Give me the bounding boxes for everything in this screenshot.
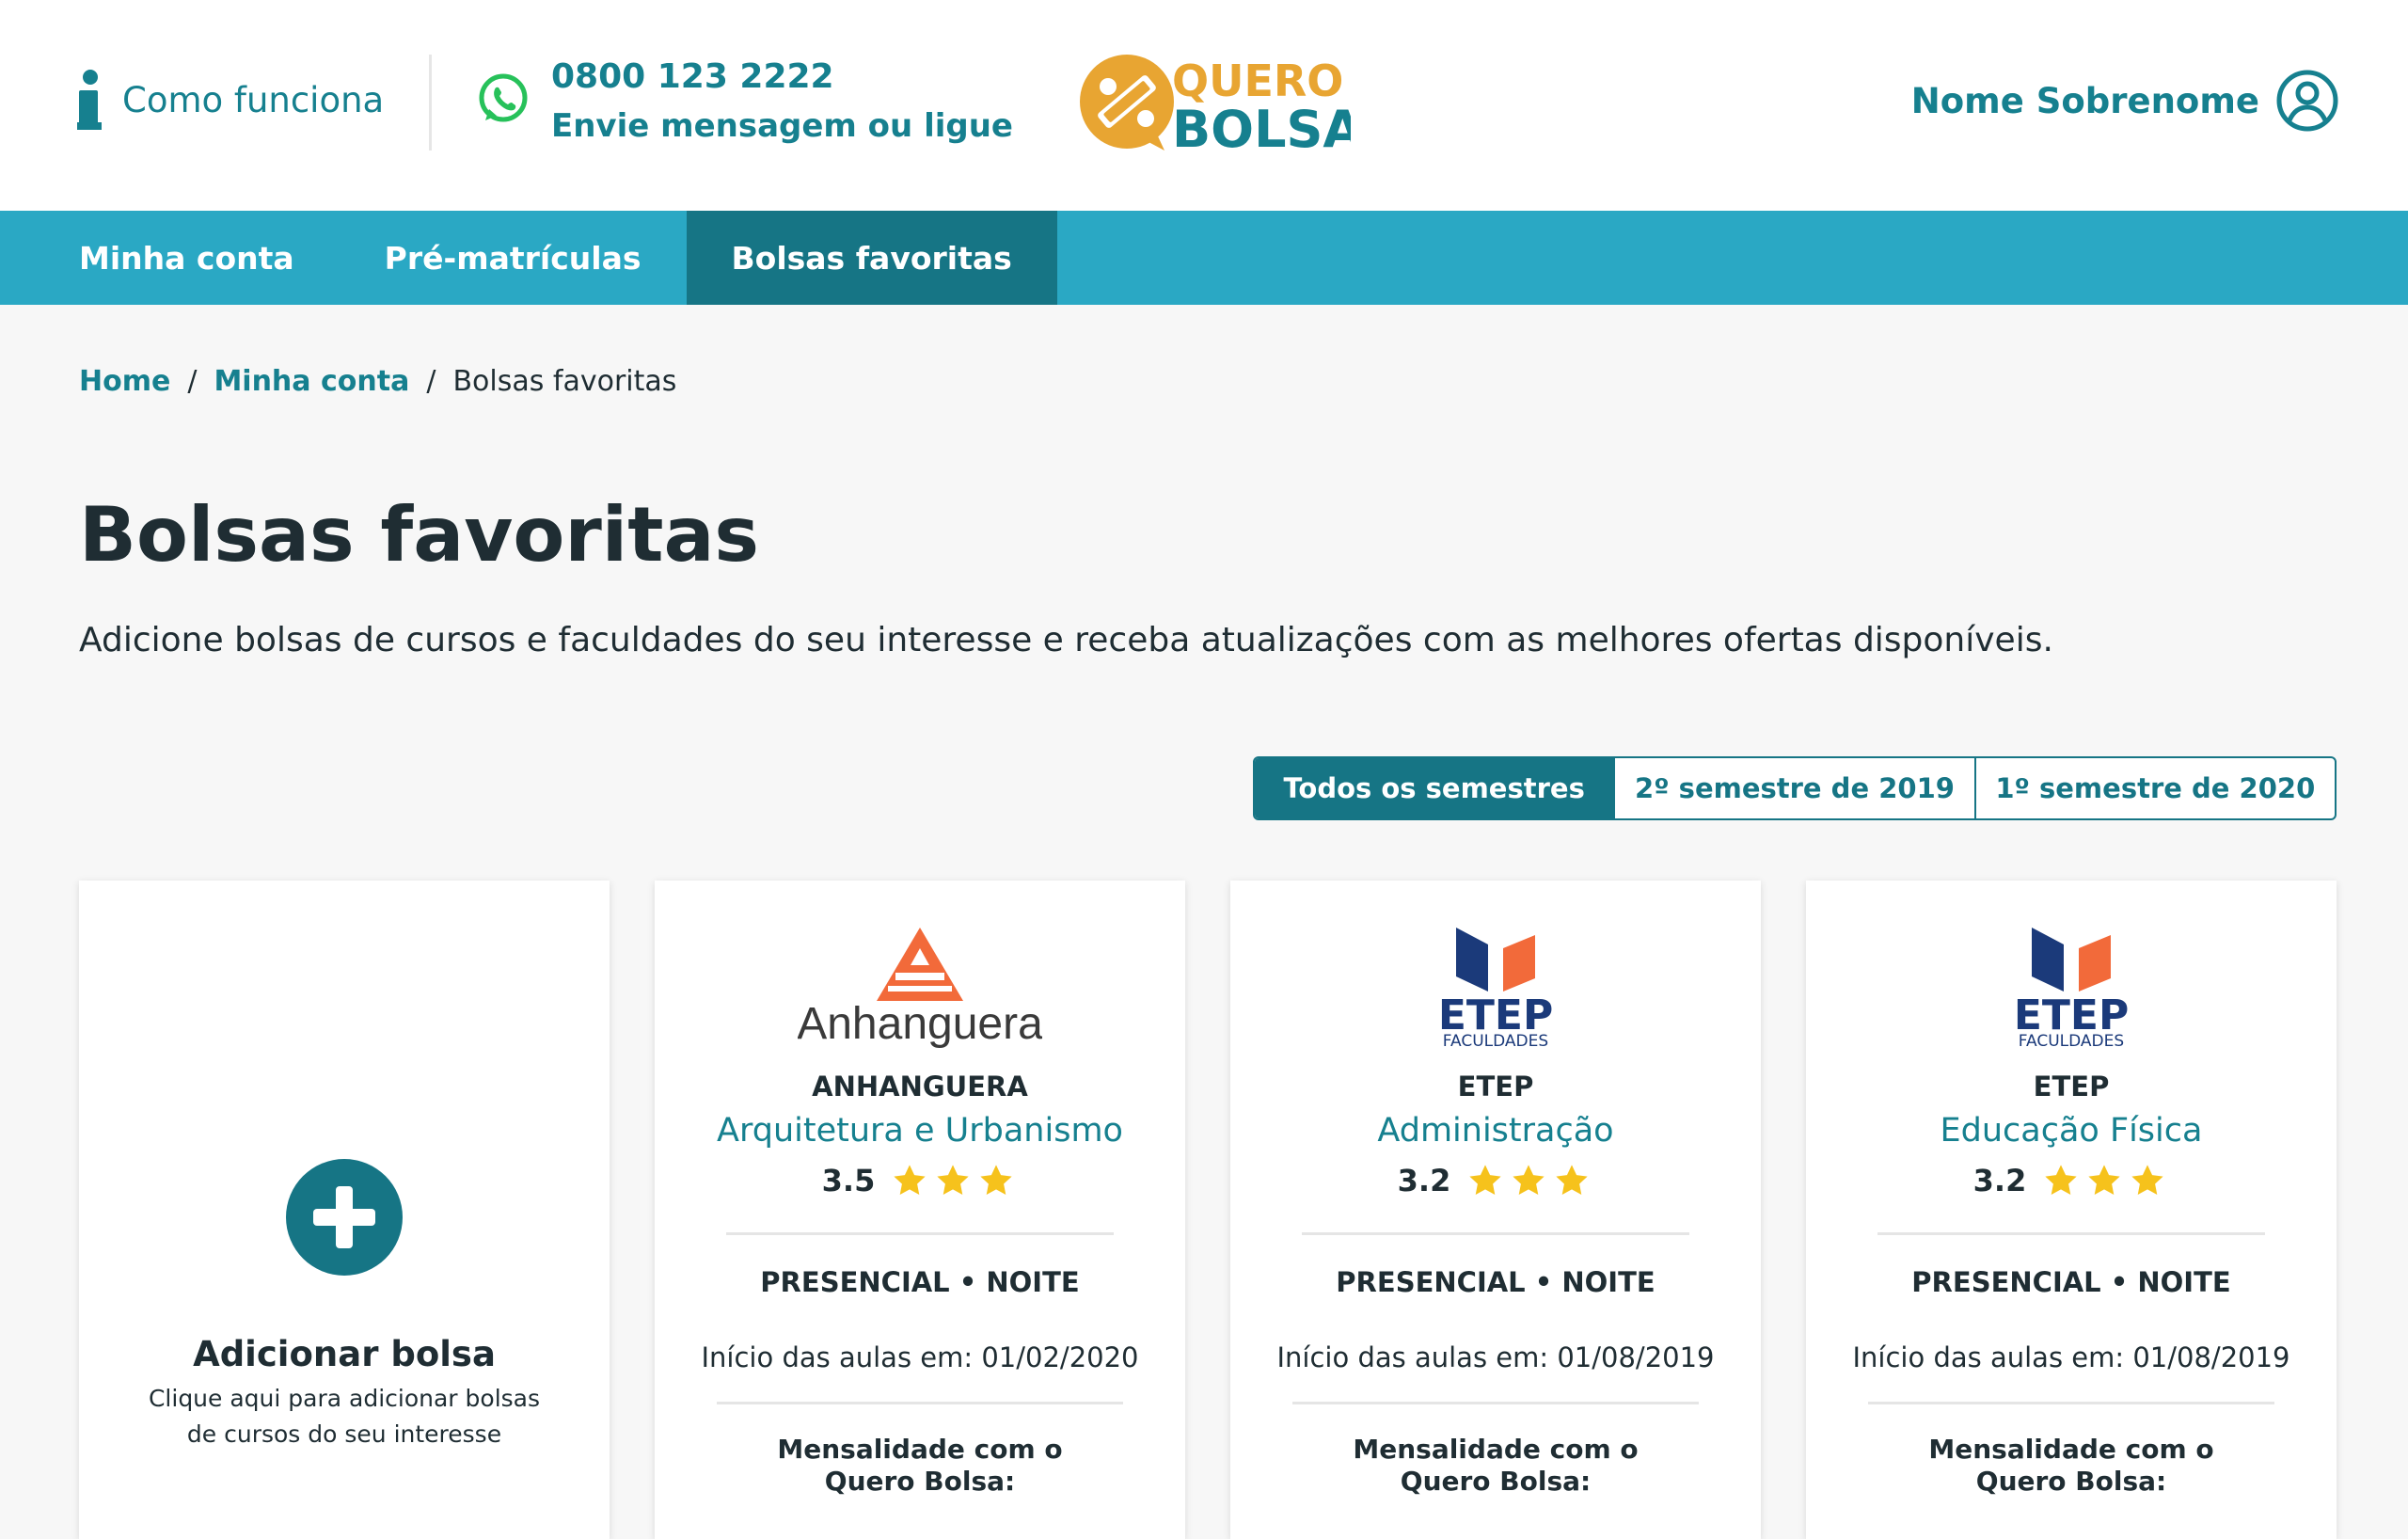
add-scholarship-description: Clique aqui para adicionar bolsas de cur… (148, 1385, 541, 1448)
rating: 3.2 (1806, 1163, 2337, 1198)
course-name[interactable]: Administração (1230, 1112, 1761, 1150)
star-icon (1556, 1165, 1588, 1196)
star-icon (1469, 1165, 1501, 1196)
logo-text-top: QUERO (1172, 56, 1343, 106)
star-icon (894, 1165, 926, 1196)
semester-filter: Todos os semestres 2º semestre de 2019 1… (1253, 756, 2337, 820)
header-divider (429, 55, 432, 151)
filter-2020-1[interactable]: 1º semestre de 2020 (1973, 758, 2335, 818)
add-scholarship-title: Adicionar bolsa (193, 1334, 496, 1374)
star-icon (2088, 1165, 2120, 1196)
anhanguera-logo: Anhanguera (798, 928, 1042, 1048)
divider (717, 1402, 1123, 1404)
page-subtitle: Adicione bolsas de cursos e faculdades d… (79, 621, 2053, 659)
divider (726, 1232, 1114, 1235)
price-label: Mensalidade com o Quero Bolsa: (1353, 1434, 1639, 1497)
rating-value: 3.2 (1397, 1163, 1451, 1198)
add-scholarship-card[interactable]: Adicionar bolsa Clique aqui para adicion… (79, 881, 610, 1539)
university-logo: ETEP FACULDADES (1230, 924, 1761, 1048)
logo-text-bottom: BOLSA (1172, 100, 1351, 151)
star-icon (937, 1165, 969, 1196)
rating: 3.5 (655, 1163, 1185, 1198)
plus-icon (286, 1159, 403, 1276)
rating-value: 3.5 (821, 1163, 876, 1198)
star-icon (980, 1165, 1012, 1196)
tab-bolsas-favoritas[interactable]: Bolsas favoritas (686, 211, 1057, 305)
tab-minha-conta[interactable]: Minha conta (34, 211, 340, 305)
university-name: ETEP (1457, 1071, 1534, 1103)
page-title: Bolsas favoritas (79, 491, 760, 579)
price-label: Mensalidade com o Quero Bolsa: (777, 1434, 1063, 1497)
university-logo: Anhanguera (655, 924, 1185, 1048)
rating: 3.2 (1230, 1163, 1761, 1198)
etep-logo-subtext: FACULDADES (2019, 1032, 2124, 1048)
filter-all-semesters[interactable]: Todos os semestres (1255, 758, 1614, 818)
contact-block[interactable]: 0800 123 2222 Envie mensagem ou ligue (476, 53, 1013, 151)
etep-logo: ETEP FACULDADES (1438, 928, 1553, 1048)
etep-logo: ETEP FACULDADES (2014, 928, 2129, 1048)
university-name: ANHANGUERA (812, 1071, 1028, 1103)
course-name[interactable]: Educação Física (1806, 1112, 2337, 1150)
user-avatar-icon (2276, 70, 2338, 132)
university-logo: ETEP FACULDADES (1806, 924, 2337, 1048)
star-icon (2045, 1165, 2077, 1196)
phone-number[interactable]: 0800 123 2222 (551, 53, 1013, 102)
scholarship-card[interactable]: ETEP FACULDADES ETEP Educação Física 3.2… (1806, 881, 2337, 1539)
university-name: ETEP (2033, 1071, 2110, 1103)
tab-pre-matriculas[interactable]: Pré-matrículas (340, 211, 687, 305)
breadcrumb-separator: / (426, 365, 436, 398)
anhanguera-logo-text: Anhanguera (798, 999, 1042, 1048)
how-it-works-link[interactable]: Como funciona (77, 68, 384, 132)
account-nav: Minha conta Pré-matrículas Bolsas favori… (0, 211, 2408, 305)
breadcrumb: Home / Minha conta / Bolsas favoritas (79, 365, 676, 398)
start-date: Início das aulas em: 01/02/2020 (701, 1341, 1139, 1373)
scholarship-card[interactable]: Anhanguera ANHANGUERA Arquitetura e Urba… (655, 881, 1185, 1539)
course-mode: PRESENCIAL • NOITE (1336, 1266, 1656, 1298)
start-date: Início das aulas em: 01/08/2019 (1852, 1341, 2290, 1373)
divider (1292, 1402, 1699, 1404)
site-header: Como funciona 0800 123 2222 Envie mensag… (0, 0, 2408, 211)
user-menu[interactable]: Nome Sobrenome (1911, 70, 2338, 132)
breadcrumb-home[interactable]: Home (79, 365, 170, 398)
quero-bolsa-logo[interactable]: QUERO BOLSA (1078, 53, 1351, 151)
whatsapp-icon (479, 73, 528, 122)
star-icon (1513, 1165, 1545, 1196)
divider (1877, 1232, 2265, 1235)
breadcrumb-current: Bolsas favoritas (452, 365, 677, 398)
star-icon (2131, 1165, 2163, 1196)
filter-2019-2[interactable]: 2º semestre de 2019 (1613, 758, 1973, 818)
course-name[interactable]: Arquitetura e Urbanismo (655, 1112, 1185, 1150)
divider (1868, 1402, 2274, 1404)
course-mode: PRESENCIAL • NOITE (760, 1266, 1080, 1298)
etep-logo-subtext: FACULDADES (1443, 1032, 1548, 1048)
course-mode: PRESENCIAL • NOITE (1911, 1266, 2231, 1298)
phone-subtext: Envie mensagem ou ligue (551, 107, 1013, 145)
how-it-works-label: Como funciona (122, 79, 385, 120)
breadcrumb-separator: / (187, 365, 198, 398)
scholarship-card[interactable]: ETEP FACULDADES ETEP Administração 3.2 P… (1230, 881, 1761, 1539)
price-label: Mensalidade com o Quero Bolsa: (1928, 1434, 2214, 1497)
start-date: Início das aulas em: 01/08/2019 (1276, 1341, 1715, 1373)
rating-value: 3.2 (1972, 1163, 2027, 1198)
user-name: Nome Sobrenome (1910, 80, 2259, 121)
breadcrumb-minha-conta[interactable]: Minha conta (214, 365, 409, 398)
info-icon (77, 68, 103, 132)
divider (1302, 1232, 1689, 1235)
